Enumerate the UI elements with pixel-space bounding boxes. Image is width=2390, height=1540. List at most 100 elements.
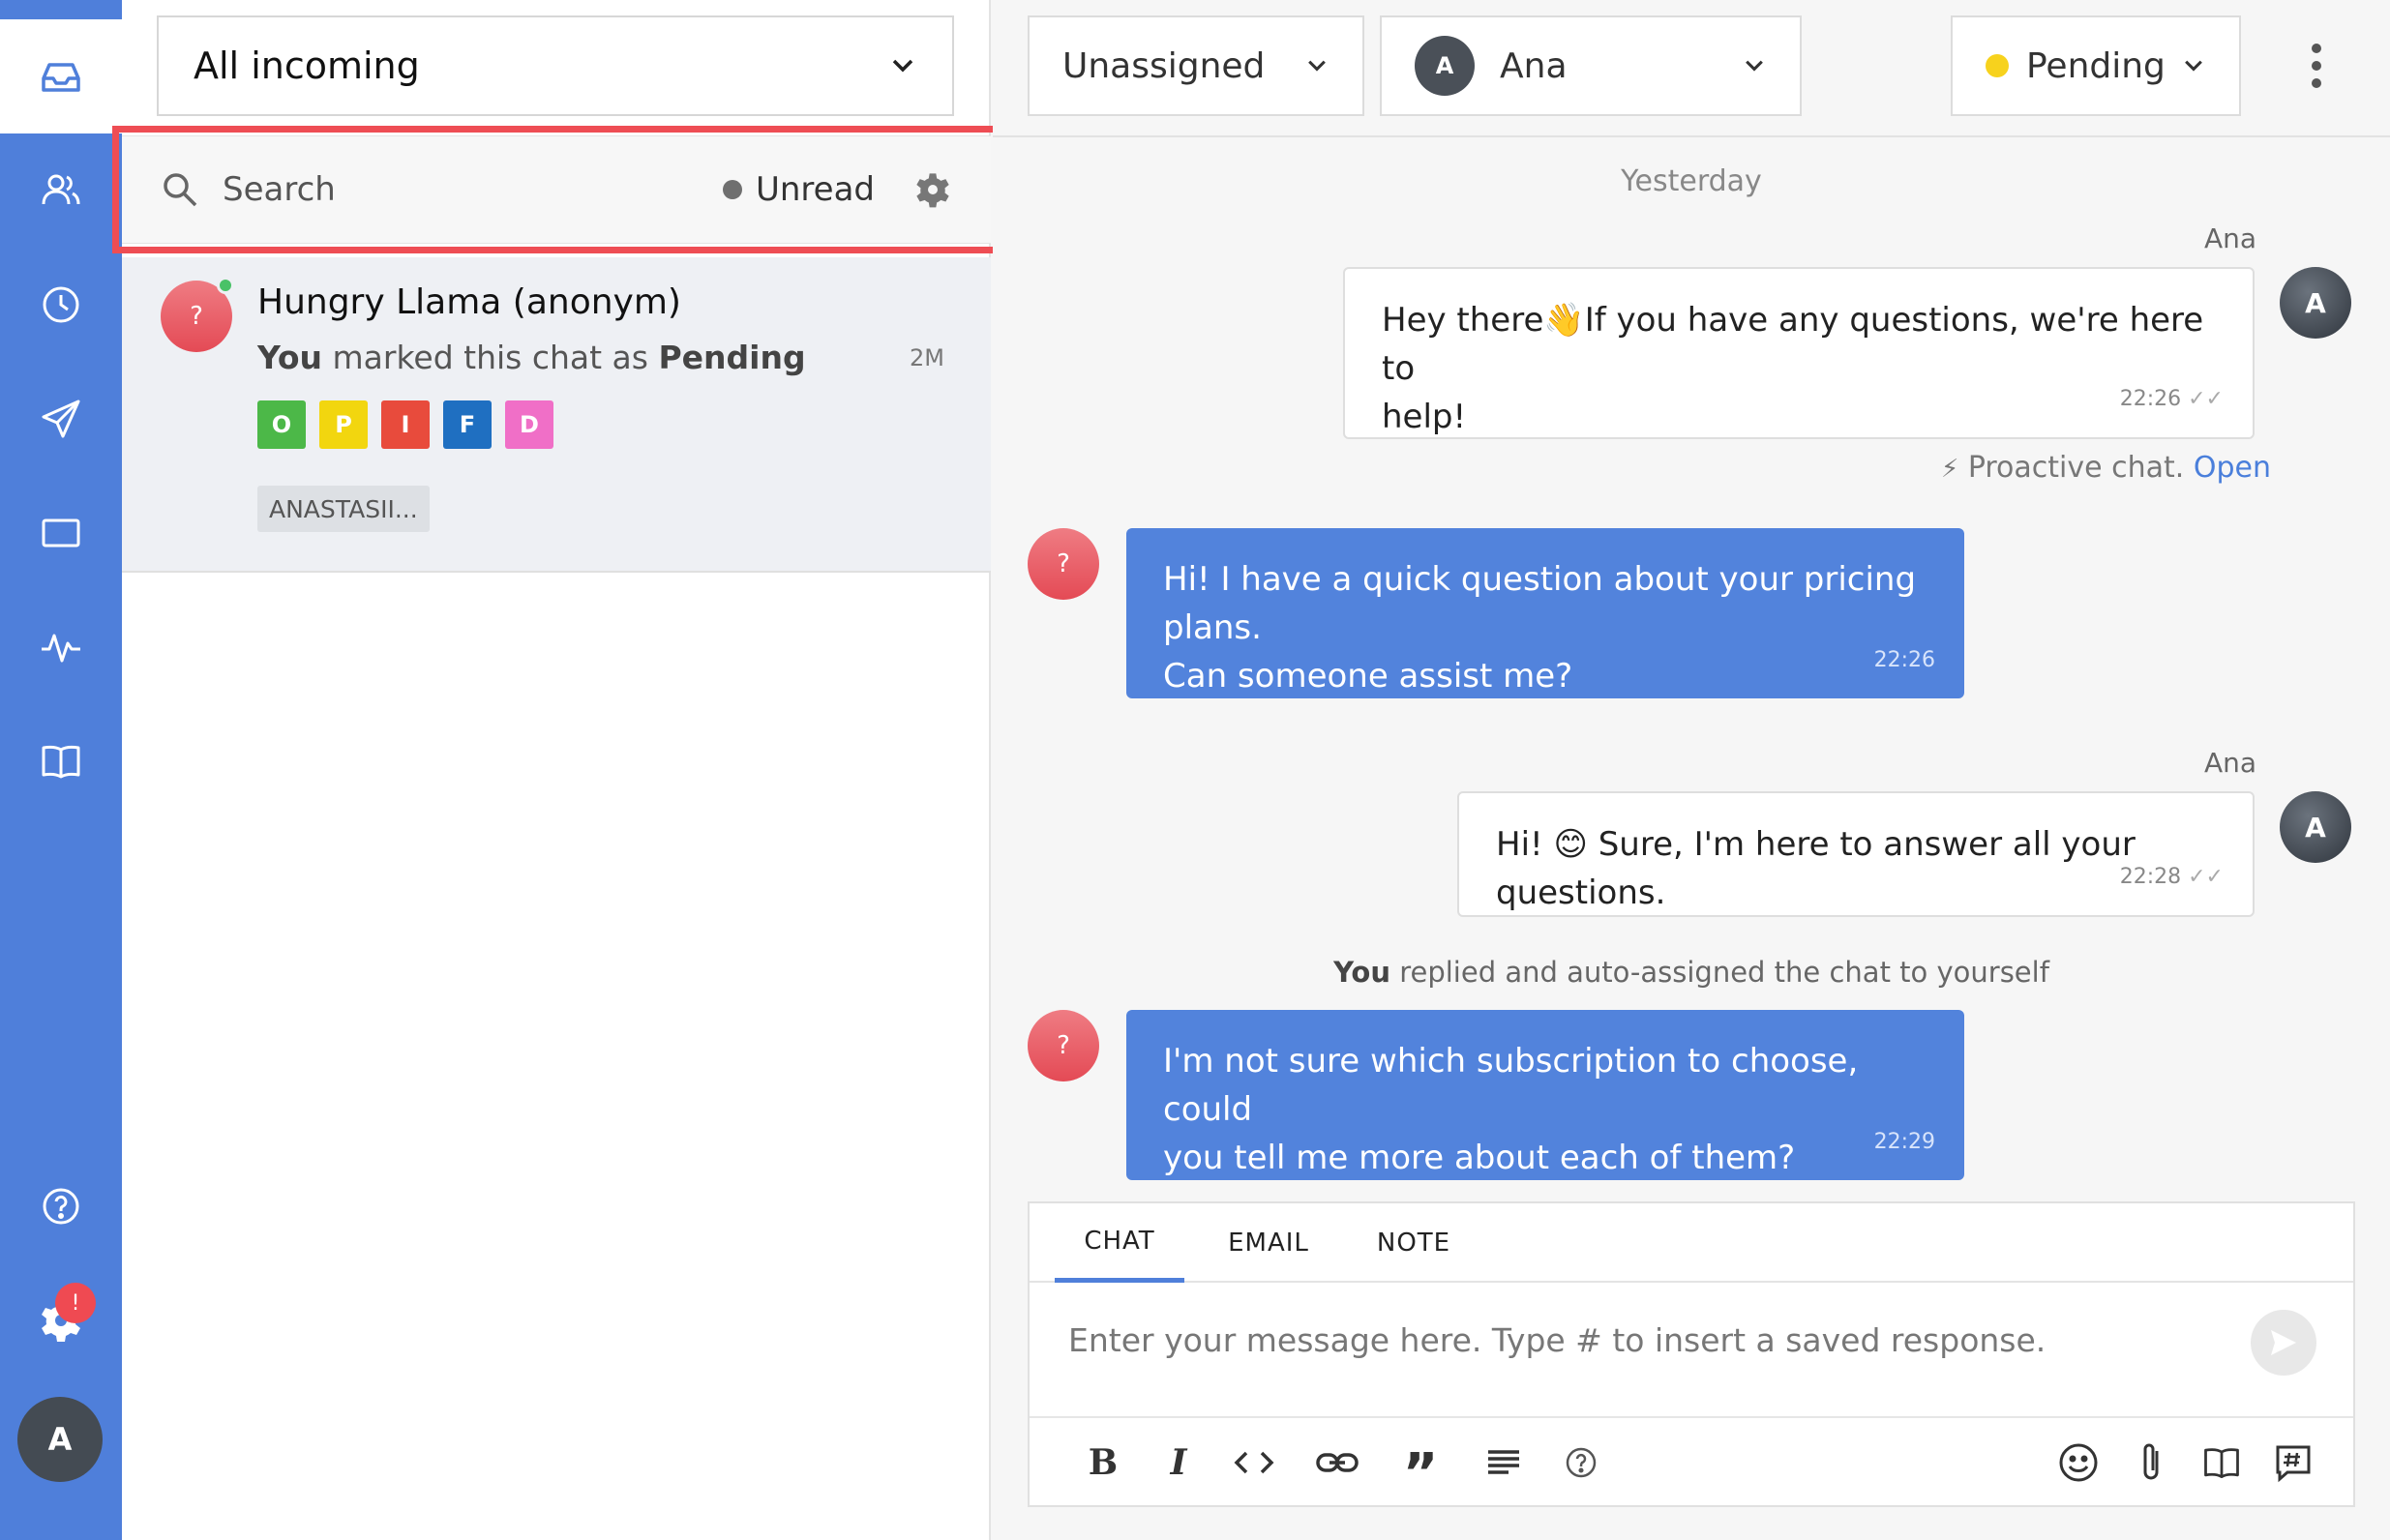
visitor-message: Hi! I have a quick question about your p…	[1126, 528, 1964, 698]
hashtag-icon[interactable]	[2268, 1437, 2318, 1488]
day-separator: Yesterday	[1621, 164, 1762, 198]
chevron-down-icon	[892, 59, 913, 73]
online-status-dot	[217, 277, 234, 294]
message-time: 22:26	[1873, 648, 1935, 672]
proactive-text: Proactive chat.	[1967, 451, 2185, 485]
message-text: I'm not sure which subscription to choos…	[1163, 1042, 1859, 1129]
bold-icon[interactable]: B	[1078, 1437, 1128, 1488]
tab-chat[interactable]: CHAT	[1055, 1203, 1184, 1283]
conversation-toolbar: Unassigned A Ana Pending	[993, 0, 2390, 137]
canned-responses-icon[interactable]	[2196, 1437, 2247, 1488]
tag-chip[interactable]: F	[443, 400, 492, 449]
inbox-filter-dropdown[interactable]: All incoming	[157, 15, 954, 116]
agent-avatar: A	[2280, 791, 2351, 863]
quote-icon[interactable]: ”	[1395, 1437, 1446, 1505]
message-sender: Ana	[2204, 747, 2257, 779]
nav-settings[interactable]: !	[0, 1263, 122, 1377]
agent-dropdown[interactable]: A Ana	[1380, 15, 1802, 116]
composer-tabs: CHAT EMAIL NOTE	[1030, 1203, 2353, 1283]
user-avatar[interactable]: A	[17, 1397, 103, 1482]
visitor-message: I'm not sure which subscription to choos…	[1126, 1010, 1964, 1180]
chat-tags: O P I F D	[257, 400, 553, 449]
message-text: help!	[1382, 398, 1467, 436]
message-text: you tell me more about each of them?	[1163, 1139, 1796, 1177]
tag-chip[interactable]: I	[381, 400, 430, 449]
agent-avatar: A	[2280, 267, 2351, 339]
message-text: Hey there👋If you have any questions, we'…	[1382, 301, 2204, 388]
activity-icon	[42, 634, 80, 663]
preview-actor: You	[257, 339, 323, 376]
nav-customers[interactable]	[0, 133, 122, 248]
link-icon[interactable]	[1312, 1437, 1362, 1488]
italic-icon[interactable]: I	[1153, 1437, 1204, 1488]
chevron-down-icon	[2185, 60, 2202, 72]
nav-help[interactable]	[0, 1149, 122, 1263]
chevron-down-icon	[1308, 60, 1326, 72]
more-options-icon[interactable]	[2299, 41, 2334, 91]
inbox-filter-label: All incoming	[194, 44, 420, 87]
chat-list-item[interactable]: ? Hungry Llama (anonym) You marked this …	[122, 257, 991, 573]
code-icon[interactable]	[1229, 1437, 1279, 1488]
tag-chip[interactable]: D	[505, 400, 553, 449]
nav-campaigns[interactable]	[0, 362, 122, 476]
tag-chip[interactable]: O	[257, 400, 306, 449]
tab-note[interactable]: NOTE	[1349, 1203, 1479, 1283]
attachment-icon[interactable]	[2127, 1437, 2177, 1488]
pending-status-dot	[1986, 54, 2009, 77]
chevron-down-icon	[1746, 60, 1763, 72]
assignment-label: Unassigned	[1062, 45, 1266, 86]
proactive-open-link[interactable]: Open	[2194, 451, 2271, 485]
preview-text: marked this chat as	[322, 339, 659, 376]
message-composer: CHAT EMAIL NOTE Enter your message here.…	[1028, 1201, 2355, 1507]
tag-chip[interactable]: P	[319, 400, 368, 449]
emoji-icon[interactable]	[2053, 1437, 2104, 1488]
visitor-avatar: ?	[1028, 1010, 1099, 1081]
message-time: 22:29	[1873, 1130, 1935, 1154]
agent-message: Hey there👋If you have any questions, we'…	[1343, 267, 2255, 439]
window-icon	[42, 518, 80, 548]
nav-knowledge-base[interactable]	[0, 704, 122, 818]
status-label: Pending	[2026, 45, 2166, 86]
visitor-avatar: ?	[1028, 528, 1099, 600]
help-icon[interactable]	[1556, 1437, 1606, 1488]
nav-archive[interactable]	[0, 476, 122, 590]
search-icon	[164, 173, 197, 207]
agent-avatar: A	[1415, 36, 1475, 96]
preview-status: Pending	[658, 339, 806, 376]
nav-history[interactable]	[0, 248, 122, 362]
agent-message: Hi! 😊 Sure, I'm here to answer all your …	[1457, 791, 2255, 917]
search-input[interactable]: Search	[223, 170, 336, 209]
agent-name: Ana	[1500, 45, 1568, 86]
left-rail: ! A	[0, 0, 122, 1540]
unread-filter-toggle[interactable]: Unread	[722, 170, 875, 209]
unread-dot-icon	[722, 180, 742, 199]
message-sender: Ana	[2204, 222, 2257, 254]
assigned-agent-tag: ANASTASII...	[257, 486, 430, 532]
double-check-icon: ✓✓	[2188, 387, 2224, 411]
search-bar: Search Unread	[122, 135, 991, 244]
assignment-dropdown[interactable]: Unassigned	[1028, 15, 1364, 116]
nav-reports[interactable]	[0, 590, 122, 704]
status-dropdown[interactable]: Pending	[1951, 15, 2241, 116]
customers-icon	[42, 174, 80, 205]
chat-visitor-name: Hungry Llama (anonym)	[257, 282, 681, 322]
system-actor: You	[1333, 956, 1390, 989]
message-time: 22:26 ✓✓	[2119, 387, 2224, 411]
tab-email[interactable]: EMAIL	[1204, 1203, 1333, 1283]
settings-alert-badge: !	[55, 1283, 96, 1323]
double-check-icon: ✓✓	[2188, 865, 2224, 889]
send-icon	[2271, 1330, 2296, 1355]
message-input[interactable]: Enter your message here. Type # to inser…	[1068, 1321, 2046, 1359]
lightning-icon: ⚡	[1941, 455, 1959, 484]
nav-inbox[interactable]	[0, 0, 122, 133]
list-icon[interactable]	[1479, 1437, 1529, 1488]
message-text: Hi! 😊 Sure, I'm here to answer all your …	[1496, 825, 2136, 912]
system-text: replied and auto-assigned the chat to yo…	[1389, 956, 2049, 989]
send-plane-icon	[42, 400, 80, 438]
conversation-panel: Unassigned A Ana Pending Yesterday Ana H…	[993, 0, 2390, 1540]
list-settings-gear-icon[interactable]	[913, 170, 952, 209]
send-button[interactable]	[2251, 1310, 2316, 1376]
chat-time: 2M	[910, 344, 944, 371]
message-text: Hi! I have a quick question about your p…	[1163, 560, 1917, 647]
formatting-toolbar: B I ”	[1030, 1416, 2353, 1505]
